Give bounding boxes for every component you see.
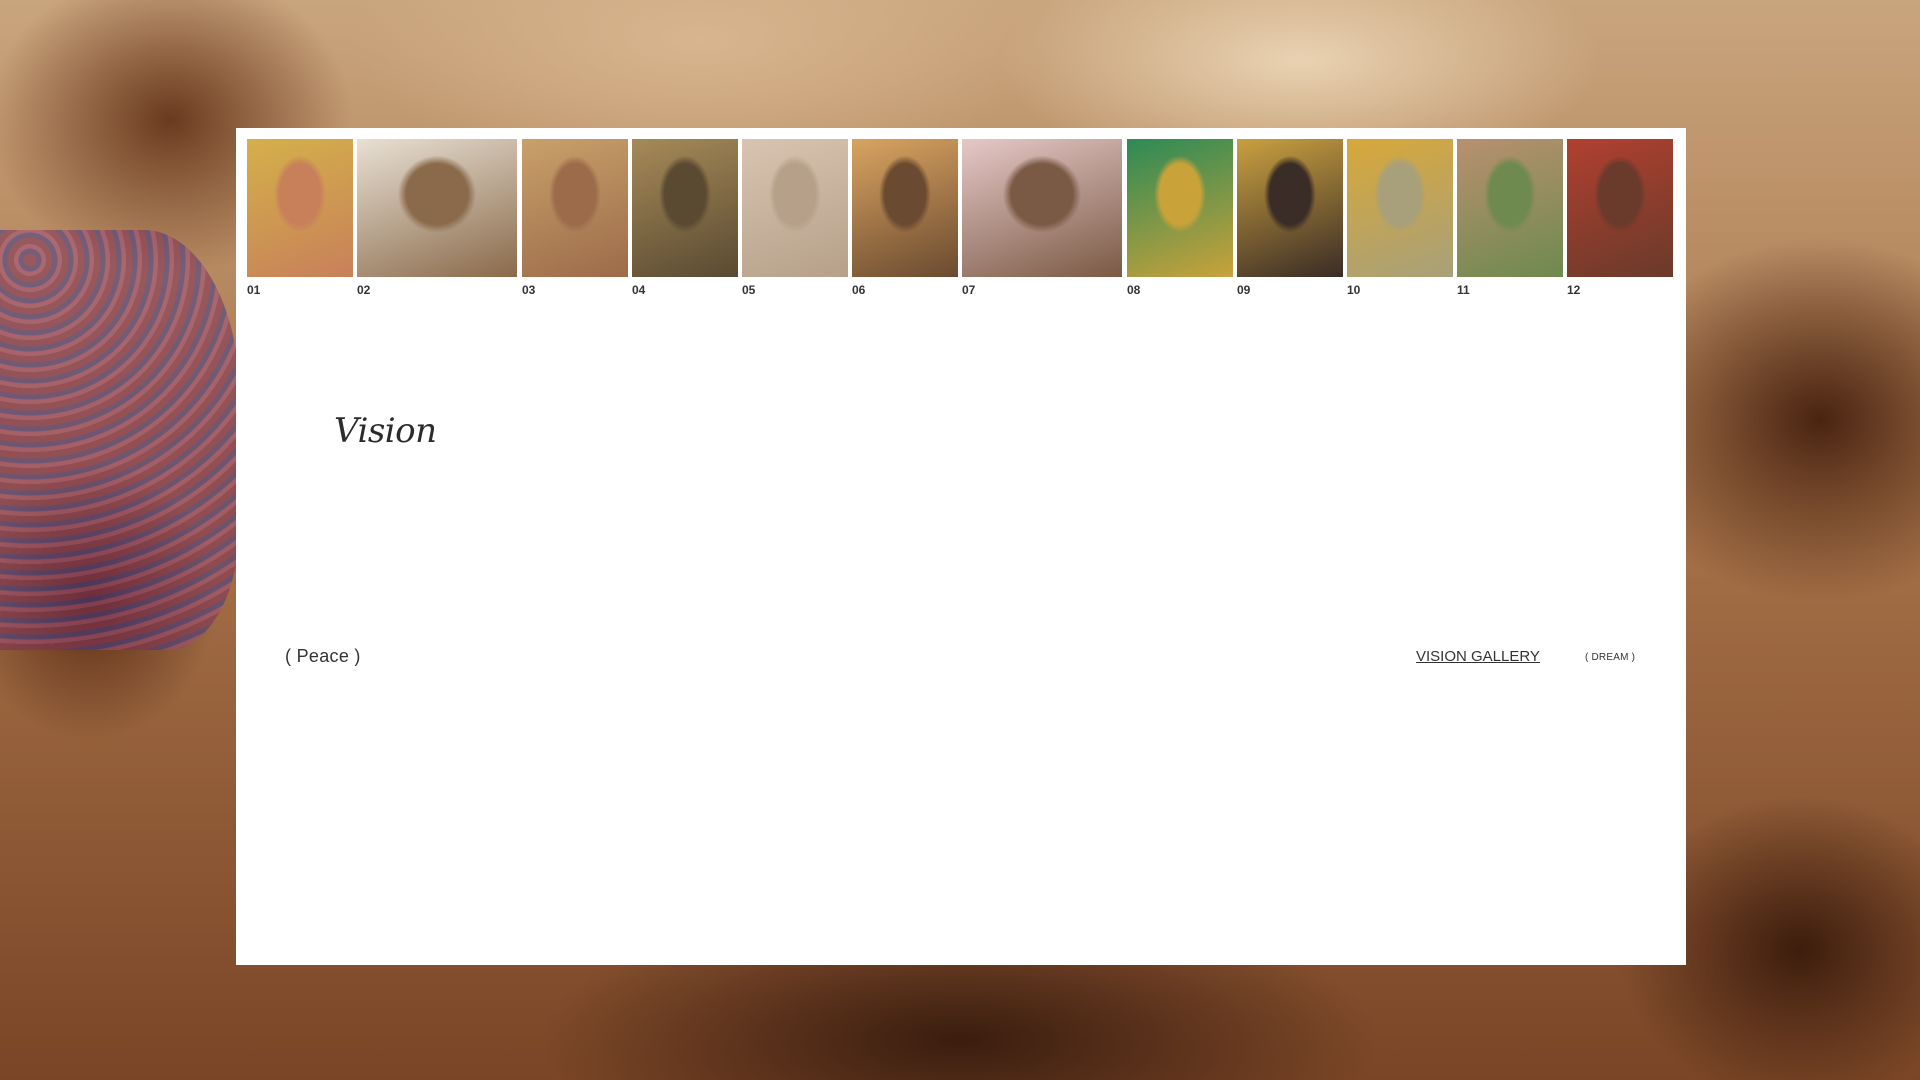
thumbnail-photo	[357, 139, 517, 277]
gallery-thumbnail[interactable]: 01	[247, 139, 353, 297]
gallery-thumbnail[interactable]: 10	[1347, 139, 1453, 297]
thumbnail-photo	[962, 139, 1122, 277]
page-title: Vision	[334, 411, 437, 451]
thumbnail-photo	[632, 139, 738, 277]
thumbnail-number: 05	[742, 283, 756, 297]
gallery-thumbnail[interactable]: 05	[742, 139, 848, 297]
thumbnail-photo	[247, 139, 353, 277]
thumbnail-number: 12	[1567, 283, 1581, 297]
gallery-thumbnail[interactable]: 11	[1457, 139, 1563, 297]
thumbnail-photo	[742, 139, 848, 277]
gallery-thumbnail[interactable]: 12	[1567, 139, 1673, 297]
thumbnail-photo	[522, 139, 628, 277]
thumbnail-photo	[1347, 139, 1453, 277]
gallery-thumbnail[interactable]: 02	[357, 139, 517, 297]
thumbnail-photo	[1237, 139, 1343, 277]
thumbnail-number: 04	[632, 283, 646, 297]
gallery-thumbnail[interactable]: 09	[1237, 139, 1343, 297]
thumbnail-photo	[1567, 139, 1673, 277]
thumbnail-number: 07	[962, 283, 976, 297]
thumbnail-photo	[1127, 139, 1233, 277]
dream-label: ( DREAM )	[1585, 652, 1636, 663]
content-panel: 01 02 03 04 05 06 07 08 09 10 11 12 Vision ( Peace …	[236, 128, 1686, 965]
thumbnail-number: 08	[1127, 283, 1141, 297]
gallery-thumbnail[interactable]: 06	[852, 139, 958, 297]
background-figure	[0, 230, 240, 650]
gallery-thumbnail[interactable]: 08	[1127, 139, 1233, 297]
thumbnail-strip: 01 02 03 04 05 06 07 08 09 10 11 12	[247, 139, 1677, 299]
thumbnail-number: 02	[357, 283, 371, 297]
thumbnail-number: 06	[852, 283, 866, 297]
peace-label: ( Peace )	[285, 646, 361, 666]
thumbnail-number: 09	[1237, 283, 1251, 297]
thumbnail-number: 11	[1457, 283, 1470, 297]
thumbnail-photo	[852, 139, 958, 277]
thumbnail-photo	[1457, 139, 1563, 277]
gallery-thumbnail[interactable]: 03	[522, 139, 628, 297]
thumbnail-number: 10	[1347, 283, 1361, 297]
gallery-thumbnail[interactable]: 04	[632, 139, 738, 297]
thumbnail-number: 03	[522, 283, 536, 297]
vision-gallery-link[interactable]: VISION GALLERY	[1416, 648, 1540, 665]
thumbnail-number: 01	[247, 283, 261, 297]
gallery-thumbnail[interactable]: 07	[962, 139, 1122, 297]
